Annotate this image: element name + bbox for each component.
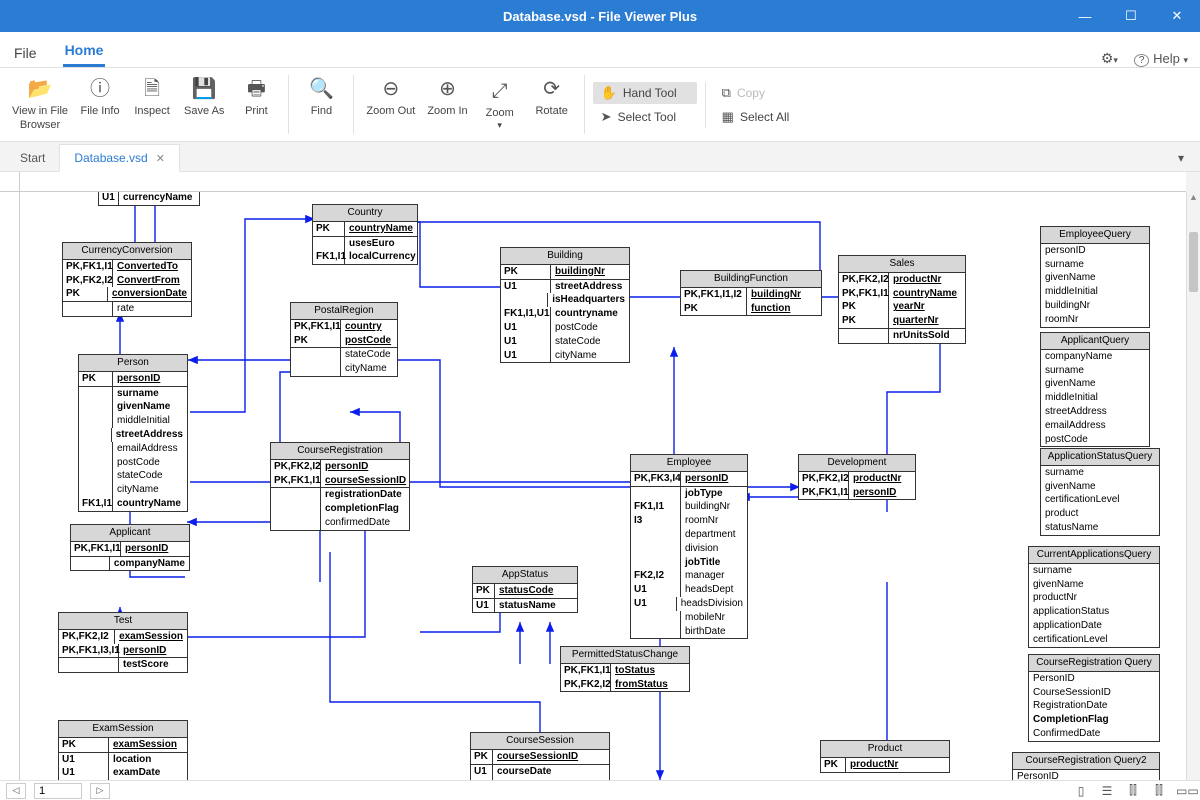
table-development: DevelopmentPK,FK2,I2productNrPK,FK1,I1pe… [798,454,916,500]
table-sales: SalesPK,FK2,I2productNrPK,FK1,I1countryN… [838,255,966,344]
save-as-button[interactable]: 💾 Save As [180,75,228,133]
prev-page-button[interactable]: ◁ [6,783,26,799]
maximize-button[interactable]: ☐ [1108,0,1154,32]
statusbar: ◁ ▷ ▯ ☰ ⫿⫿ ⫿⫿ ▭▭ [0,780,1200,800]
next-page-button[interactable]: ▷ [90,783,110,799]
titlebar: Database.vsd - File Viewer Plus — ☐ ✕ [0,0,1200,32]
ribbon: 📂 View in File Browser ⓘ File Info 🗎 Ins… [0,68,1200,142]
zoom-in-icon: ⊕ [439,77,456,101]
view-book-icon[interactable]: ▭▭ [1176,784,1194,798]
table-applicant-query: ApplicantQuerycompanyNamesurnamegivenNam… [1040,332,1150,447]
table-postal-region: PostalRegionPK,FK1,I1countryPKpostCodest… [290,302,398,377]
table-currency-conversion: CurrencyConversionPK,FK1,I1ConvertedToPK… [62,242,192,317]
document-viewport: ▲ [0,172,1200,780]
zoom-button[interactable]: ⤢ Zoom ▾ [476,77,524,133]
tabbar: Start Database.vsd ✕ ▾ [0,142,1200,172]
table-employee: EmployeePK,FK3,I4personIDjobTypeFK1,I1bu… [630,454,748,639]
folder-arrow-icon: 📂 [28,77,53,101]
inspect-button[interactable]: 🗎 Inspect [128,75,176,133]
window-title: Database.vsd - File Viewer Plus [503,9,697,24]
settings-icon[interactable]: ⚙▾ [1101,50,1118,67]
view-facing-icon[interactable]: ⫿⫿ [1150,783,1168,798]
find-button[interactable]: 🔍 Find [297,75,345,133]
menu-file[interactable]: File [12,39,39,67]
tab-close-button[interactable]: ✕ [156,152,165,165]
table-applicant: ApplicantPK,FK1,I1personIDcompanyName [70,524,190,571]
table-exam-session: ExamSessionPKexamSessionU1locationU1exam… [58,720,188,780]
rotate-icon: ⟳ [543,77,560,101]
cursor-icon: ➤ [601,109,612,125]
copy-button[interactable]: ⧉ Copy [714,82,818,104]
tab-dropdown[interactable]: ▾ [1168,145,1194,171]
table-building: BuildingPKbuildingNrU1streetAddressisHea… [500,247,630,363]
menubar: File Home ⚙▾ ? Help ▾ [0,32,1200,68]
diagram-canvas[interactable]: U1currencyName CurrencyConversionPK,FK1,… [20,192,1186,780]
table-test: TestPK,FK2,I2examSessionPK,FK1,I3,I1pers… [58,612,188,673]
help-menu[interactable]: ? Help ▾ [1134,51,1188,66]
table-person: PersonPKpersonIDsurnamegivenNamemiddleIn… [78,354,188,512]
table-permitted-status-change: PermittedStatusChangePK,FK1,I1toStatusPK… [560,646,690,692]
table-application-status-query: ApplicationStatusQuerysurnamegivenNamece… [1040,448,1160,536]
table-currency-top: U1currencyName [98,192,200,206]
table-course-registration-query: CourseRegistration QueryPersonIDCourseSe… [1028,654,1160,742]
select-all-icon: ▦ [722,109,734,125]
zoom-out-button[interactable]: ⊖ Zoom Out [362,75,419,133]
inspect-icon: 🗎 [144,77,160,101]
info-icon: ⓘ [90,77,110,101]
table-product: ProductPKproductNr [820,740,950,773]
minimize-button[interactable]: — [1062,0,1108,32]
close-button[interactable]: ✕ [1154,0,1200,32]
view-continuous-icon[interactable]: ⫿⫿ [1124,783,1142,798]
copy-icon: ⧉ [722,85,731,101]
table-course-registration: CourseRegistrationPK,FK2,I2personIDPK,FK… [270,442,410,531]
select-all-button[interactable]: ▦ Select All [714,106,818,128]
tab-start[interactable]: Start [6,145,59,171]
file-info-button[interactable]: ⓘ File Info [76,75,124,133]
hand-icon: ✋ [601,85,617,101]
zoom-in-button[interactable]: ⊕ Zoom In [423,75,471,133]
select-tool-button[interactable]: ➤ Select Tool [593,106,697,128]
table-course-session: CourseSessionPKcourseSessionIDU1courseDa… [470,732,610,780]
search-icon: 🔍 [309,77,334,101]
view-single-icon[interactable]: ▯ [1072,784,1090,798]
menu-home[interactable]: Home [63,36,106,67]
table-country: CountryPKcountryNameusesEuroFK1,I1localC… [312,204,418,265]
rotate-button[interactable]: ⟳ Rotate [528,75,576,133]
view-in-file-browser-button[interactable]: 📂 View in File Browser [8,75,72,133]
print-icon: 🖶 [247,77,266,101]
view-list-icon[interactable]: ☰ [1098,784,1116,798]
table-building-function: BuildingFunctionPK,FK1,I1,I2buildingNrPK… [680,270,822,316]
save-icon: 💾 [192,77,217,101]
hand-tool-button[interactable]: ✋ Hand Tool [593,82,697,104]
page-number-field[interactable] [34,783,82,799]
print-button[interactable]: 🖶 Print [232,75,280,133]
window-controls: — ☐ ✕ [1062,0,1200,32]
table-course-registration-query2: CourseRegistration Query2PersonIDCourseS… [1012,752,1160,780]
vertical-scrollbar[interactable]: ▲ [1186,192,1200,780]
zoom-out-icon: ⊖ [382,77,399,101]
vertical-ruler [0,192,20,780]
table-app-status: AppStatusPKstatusCodeU1statusName [472,566,578,613]
zoom-fit-icon: ⤢ [492,79,508,103]
table-current-applications-query: CurrentApplicationsQuerysurnamegivenName… [1028,546,1160,648]
tab-document[interactable]: Database.vsd ✕ [59,144,180,172]
horizontal-ruler [20,172,1186,192]
ruler-corner [0,172,20,192]
table-employee-query: EmployeeQuerypersonIDsurnamegivenNamemid… [1040,226,1150,328]
scrollbar-thumb[interactable] [1189,232,1198,292]
